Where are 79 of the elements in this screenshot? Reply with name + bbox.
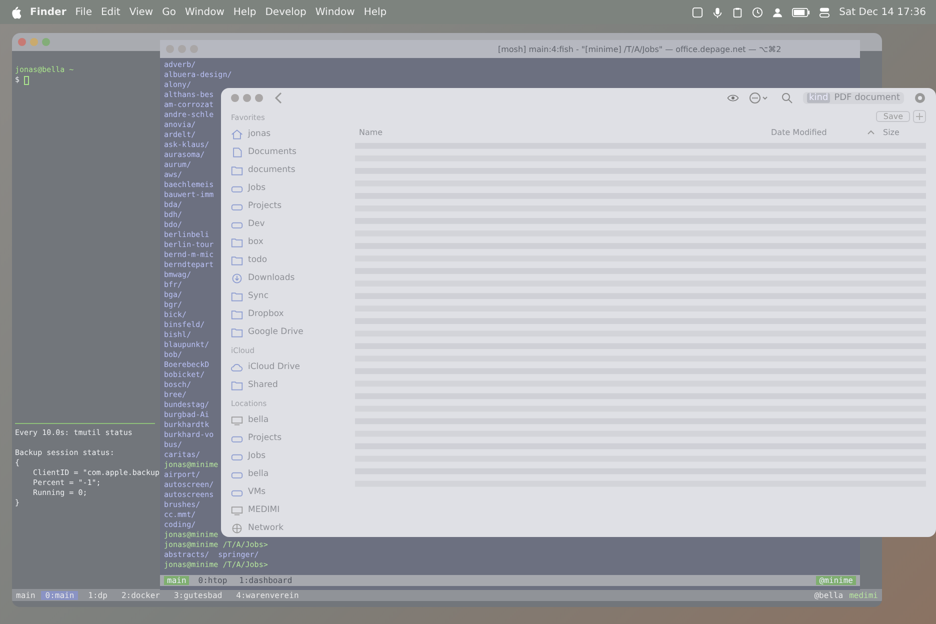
menu-item[interactable]: Window — [315, 6, 355, 18]
tmux-status: @bella — [814, 590, 844, 600]
tmux-window-tab[interactable]: 2:docker — [117, 590, 164, 600]
sidebar-item[interactable]: bella — [227, 411, 349, 429]
menu-item[interactable]: Help — [233, 6, 256, 18]
tmux-window-tab[interactable]: 3:gutesbad — [170, 590, 226, 600]
menu-item[interactable]: Develop — [265, 6, 306, 18]
apple-logo-icon[interactable] — [10, 6, 21, 18]
sidebar-item[interactable]: Projects — [227, 197, 349, 215]
sidebar-item[interactable]: Jobs — [227, 447, 349, 465]
sidebar-item[interactable]: Google Drive — [227, 323, 349, 341]
tmux-host: medimi — [849, 590, 878, 600]
status-icon[interactable] — [692, 6, 704, 18]
plus-icon — [916, 112, 923, 120]
menu-clock[interactable]: Sat Dec 14 17:36 — [839, 6, 926, 18]
house-icon — [231, 128, 243, 140]
shared-folder-icon — [231, 380, 243, 390]
cloud-icon — [231, 362, 243, 372]
tmux-window-tab[interactable]: 1:dp — [84, 590, 112, 600]
tmux-host: @minime — [816, 576, 856, 585]
menu-item[interactable]: View — [129, 6, 154, 18]
menu-app-name[interactable]: Finder — [30, 6, 66, 18]
folder-icon — [231, 254, 243, 266]
download-icon — [231, 272, 243, 284]
column-header[interactable]: Size — [883, 128, 900, 136]
sidebar-item[interactable]: bella — [227, 465, 349, 483]
tmux-window-tab[interactable]: 4:warenverein — [232, 590, 303, 600]
column-header[interactable]: Name — [359, 128, 771, 136]
sidebar-item[interactable]: MEDIMI — [227, 501, 349, 519]
tmux-window-tab[interactable]: 1:dashboard — [236, 576, 296, 585]
menu-item[interactable]: Help — [364, 6, 387, 18]
search-icon[interactable] — [781, 92, 794, 104]
monitor-icon — [231, 504, 243, 516]
sidebar-item[interactable]: Projects — [227, 429, 349, 447]
sidebar-item[interactable]: Network — [227, 519, 349, 537]
mic-icon[interactable] — [712, 6, 724, 18]
folder-icon — [231, 290, 243, 302]
tmux-window-tab[interactable]: 0:main — [41, 590, 78, 600]
sidebar-item[interactable]: Sync — [227, 287, 349, 305]
save-button[interactable]: Save — [876, 110, 910, 122]
sidebar-item[interactable]: jonas — [227, 125, 349, 143]
folder-icon — [231, 308, 243, 320]
search-field[interactable]: kind PDF document — [803, 92, 904, 104]
menu-item[interactable]: File — [75, 6, 92, 18]
column-header[interactable]: Date Modified — [771, 128, 867, 136]
window-controls-icon[interactable] — [231, 94, 263, 102]
folder-icon — [231, 236, 243, 248]
tmux-session: main — [16, 590, 36, 600]
document-icon — [231, 146, 243, 158]
folder-icon — [231, 326, 243, 338]
user-icon[interactable] — [772, 6, 784, 18]
menu-item[interactable]: Window — [184, 6, 224, 18]
add-button[interactable] — [913, 110, 926, 122]
sidebar-item[interactable]: iCloud Drive — [227, 358, 349, 376]
sidebar-item[interactable]: documents — [227, 161, 349, 179]
clock-icon[interactable] — [752, 6, 764, 18]
sidebar-item[interactable]: Dropbox — [227, 305, 349, 323]
menu-item[interactable]: Go — [162, 6, 176, 18]
tmux-window-tab[interactable]: 0:htop — [195, 576, 230, 585]
folder-icon — [231, 164, 243, 176]
sidebar-item[interactable]: Dev — [227, 215, 349, 233]
tmux-session: main — [164, 576, 190, 585]
sidebar-item[interactable]: Downloads — [227, 269, 349, 287]
settings-icon[interactable] — [914, 92, 926, 104]
sidebar-item[interactable]: todo — [227, 251, 349, 269]
eye-icon[interactable] — [727, 92, 740, 104]
sidebar-item[interactable]: Documents — [227, 143, 349, 161]
battery-icon[interactable] — [792, 6, 810, 18]
control-center-icon[interactable] — [819, 6, 830, 18]
sidebar-item[interactable]: box — [227, 233, 349, 251]
cursor-icon — [24, 76, 29, 84]
sidebar-item[interactable]: VMs — [227, 483, 349, 501]
clipboard-icon[interactable] — [732, 6, 744, 18]
window-title: [mosh] main:4:fish - "[minime] /T/A/Jobs" — office.depage.net — ⌥⌘2 — [498, 44, 782, 54]
sidebar-item[interactable]: Shared — [227, 376, 349, 394]
sidebar-item[interactable]: Jobs — [227, 179, 349, 197]
menu-item[interactable]: Edit — [100, 6, 120, 18]
sort-caret-icon[interactable] — [867, 129, 875, 135]
globe-icon — [231, 522, 243, 534]
